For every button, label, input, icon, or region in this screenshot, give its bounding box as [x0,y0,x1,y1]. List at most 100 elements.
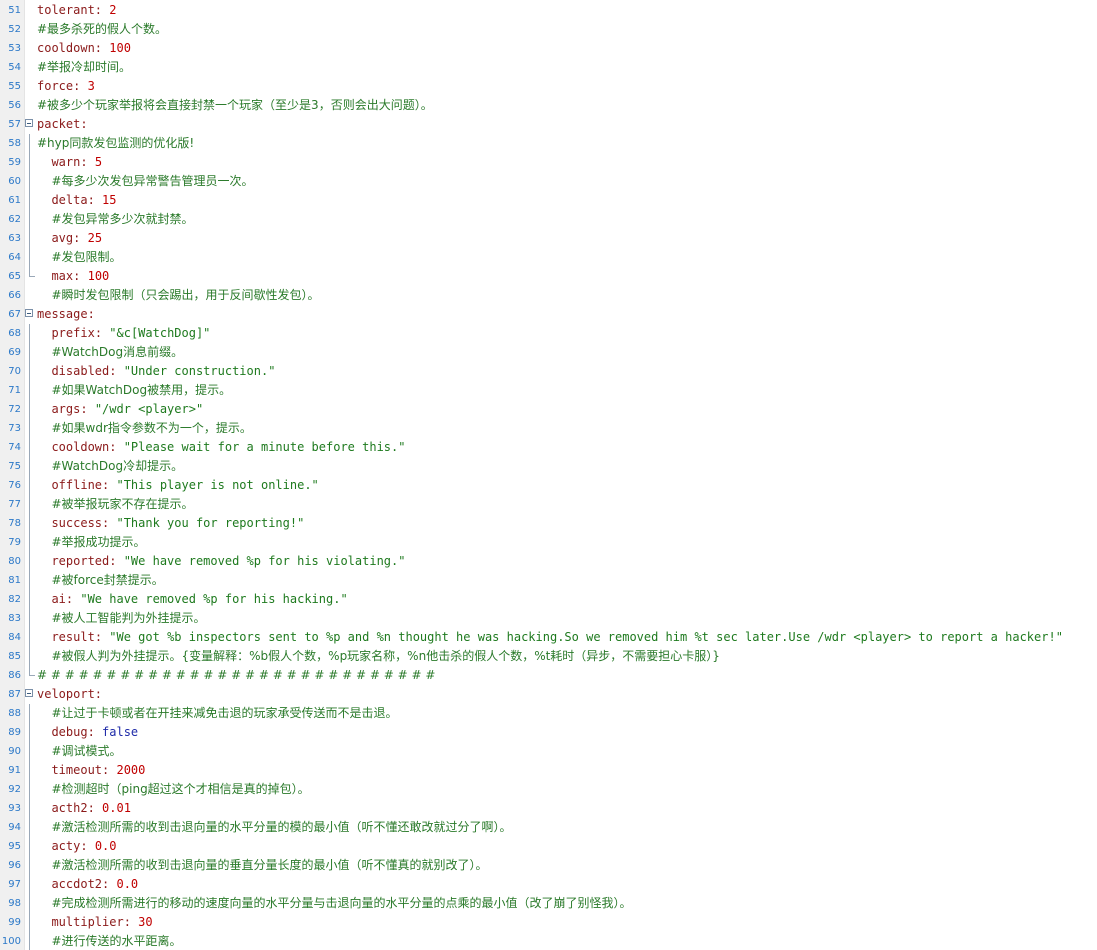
code-line[interactable]: 94 #激活检测所需的收到击退向量的水平分量的模的最小值（听不懂还敢改就过分了啊… [0,818,1097,837]
code-line[interactable]: 79 #举报成功提示。 [0,533,1097,552]
fold-collapse-icon[interactable] [25,689,33,697]
code-line[interactable]: 66 #瞬时发包限制（只会踢出，用于反间歇性发包）。 [0,286,1097,305]
key-colon: : [94,41,110,55]
yaml-value: 2000 [116,763,146,777]
code-line[interactable]: 80 reported: "We have removed %p for his… [0,552,1097,571]
fold-collapse-icon[interactable] [25,309,33,317]
code-line[interactable]: 64 #发包限制。 [0,248,1097,267]
key-colon: : [73,79,88,93]
code-line[interactable]: 92 #检测超时（ping超过这个才相信是真的掉包）。 [0,780,1097,799]
yaml-key: force [37,79,74,93]
fold-guide [29,742,30,761]
code-text: tolerant: 2 [37,1,116,20]
code-line[interactable]: 69 #WatchDog消息前缀。 [0,343,1097,362]
code-line[interactable]: 68 prefix: "&c[WatchDog]" [0,324,1097,343]
code-line[interactable]: 97 accdot2: 0.0 [0,875,1097,894]
code-line[interactable]: 77 #被举报玩家不存在提示。 [0,495,1097,514]
code-line[interactable]: 100 #进行传送的水平距离。 [0,932,1097,950]
code-editor[interactable]: 51 tolerant: 2 52 #最多杀死的假人个数。 53 cooldown: 10… [0,0,1097,950]
yaml-value: 3 [87,79,95,93]
code-line[interactable]: 90 #调试模式。 [0,742,1097,761]
code-line[interactable]: 51 tolerant: 2 [0,1,1097,20]
fold-guide [29,723,30,742]
code-line[interactable]: 84 result: "We got %b inspectors sent to… [0,628,1097,647]
code-text: ai: "We have removed %p for his hacking.… [37,590,347,609]
code-line[interactable]: 99 multiplier: 30 [0,913,1097,932]
code-line[interactable]: 59 warn: 5 [0,153,1097,172]
code-line[interactable]: 91 timeout: 2000 [0,761,1097,780]
code-line[interactable]: 81 #被force封禁提示。 [0,571,1097,590]
code-line[interactable]: 53 cooldown: 100 [0,39,1097,58]
code-line[interactable]: 88 #让过于卡顿或者在开挂来减免击退的玩家承受传送而不是击退。 [0,704,1097,723]
fold-guide [29,495,30,514]
code-line[interactable]: 62 #发包异常多少次就封禁。 [0,210,1097,229]
code-line[interactable]: 55 force: 3 [0,77,1097,96]
code-line[interactable]: 75 #WatchDog冷却提示。 [0,457,1097,476]
key-colon: : [109,440,124,454]
code-line[interactable]: 78 success: "Thank you for reporting!" [0,514,1097,533]
code-line[interactable]: 56 #被多少个玩家举报将会直接封禁一个玩家（至少是3，否则会出大问题）。 [0,96,1097,115]
code-line[interactable]: 57 packet: [0,115,1097,134]
yaml-key: message [37,307,88,321]
code-line[interactable]: 93 acth2: 0.01 [0,799,1097,818]
line-number: 79 [8,537,21,548]
code-line[interactable]: 54 #举报冷却时间。 [0,58,1097,77]
code-line[interactable]: 98 #完成检测所需进行的移动的速度向量的水平分量与击退向量的水平分量的点乘的最… [0,894,1097,913]
code-line[interactable]: 52 #最多杀死的假人个数。 [0,20,1097,39]
code-line[interactable]: 61 delta: 15 [0,191,1097,210]
code-line[interactable]: 86 # # # # # # # # # # # # # # # # # # # … [0,666,1097,685]
line-number: 60 [8,176,21,187]
code-line[interactable]: 87 veloport: [0,685,1097,704]
code-line[interactable]: 71 #如果WatchDog被禁用，提示。 [0,381,1097,400]
code-text: #让过于卡顿或者在开挂来减免击退的玩家承受传送而不是击退。 [37,704,397,723]
code-line[interactable]: 82 ai: "We have removed %p for his hacki… [0,590,1097,609]
yaml-key: offline [51,478,103,492]
line-number: 70 [8,366,21,377]
fold-guide [29,647,30,666]
code-line[interactable]: 85 #被假人判为外挂提示。{变量解释：%b假人个数，%p玩家名称，%n他击杀的… [0,647,1097,666]
code-text: #调试模式。 [37,742,122,761]
line-number: 53 [8,43,21,54]
yaml-value: 15 [102,193,117,207]
code-line[interactable]: 96 #激活检测所需的收到击退向量的垂直分量长度的最小值（听不懂真的就别改了）。 [0,856,1097,875]
fold-collapse-icon[interactable] [25,119,33,127]
code-line[interactable]: 74 cooldown: "Please wait for a minute b… [0,438,1097,457]
yaml-value: 100 [87,269,110,283]
code-line[interactable]: 63 avg: 25 [0,229,1097,248]
code-line[interactable]: 73 #如果wdr指令参数不为一个，提示。 [0,419,1097,438]
code-text: #进行传送的水平距离。 [37,932,181,950]
comment-text: #举报成功提示。 [51,535,146,549]
fold-guide [29,704,30,723]
code-lines[interactable]: 51 tolerant: 2 52 #最多杀死的假人个数。 53 cooldown: 10… [0,1,1097,950]
code-line[interactable]: 72 args: "/wdr <player>" [0,400,1097,419]
code-line[interactable]: 70 disabled: "Under construction." [0,362,1097,381]
fold-guide [29,609,30,628]
yaml-key: warn [51,155,81,169]
code-line[interactable]: 60 #每多少次发包异常警告管理员一次。 [0,172,1097,191]
code-line[interactable]: 65 max: 100 [0,267,1097,286]
code-line[interactable]: 83 #被人工智能判为外挂提示。 [0,609,1097,628]
fold-guide [29,172,30,191]
yaml-key: ai [51,592,66,606]
code-line[interactable]: 76 offline: "This player is not online." [0,476,1097,495]
code-text: #激活检测所需的收到击退向量的水平分量的模的最小值（听不懂还敢改就过分了啊）。 [37,818,511,837]
code-text: disabled: "Under construction." [37,362,275,381]
comment-text: #如果wdr指令参数不为一个，提示。 [51,421,252,435]
code-line[interactable]: 67 message: [0,305,1097,324]
code-text: force: 3 [37,77,95,96]
code-line[interactable]: 95 acty: 0.0 [0,837,1097,856]
key-colon: : [87,801,103,815]
code-line[interactable]: 58 #hyp同款发包监测的优化版! [0,134,1097,153]
comment-text: #调试模式。 [51,744,122,758]
line-number: 59 [8,157,21,168]
code-line[interactable]: 89 debug: false [0,723,1097,742]
